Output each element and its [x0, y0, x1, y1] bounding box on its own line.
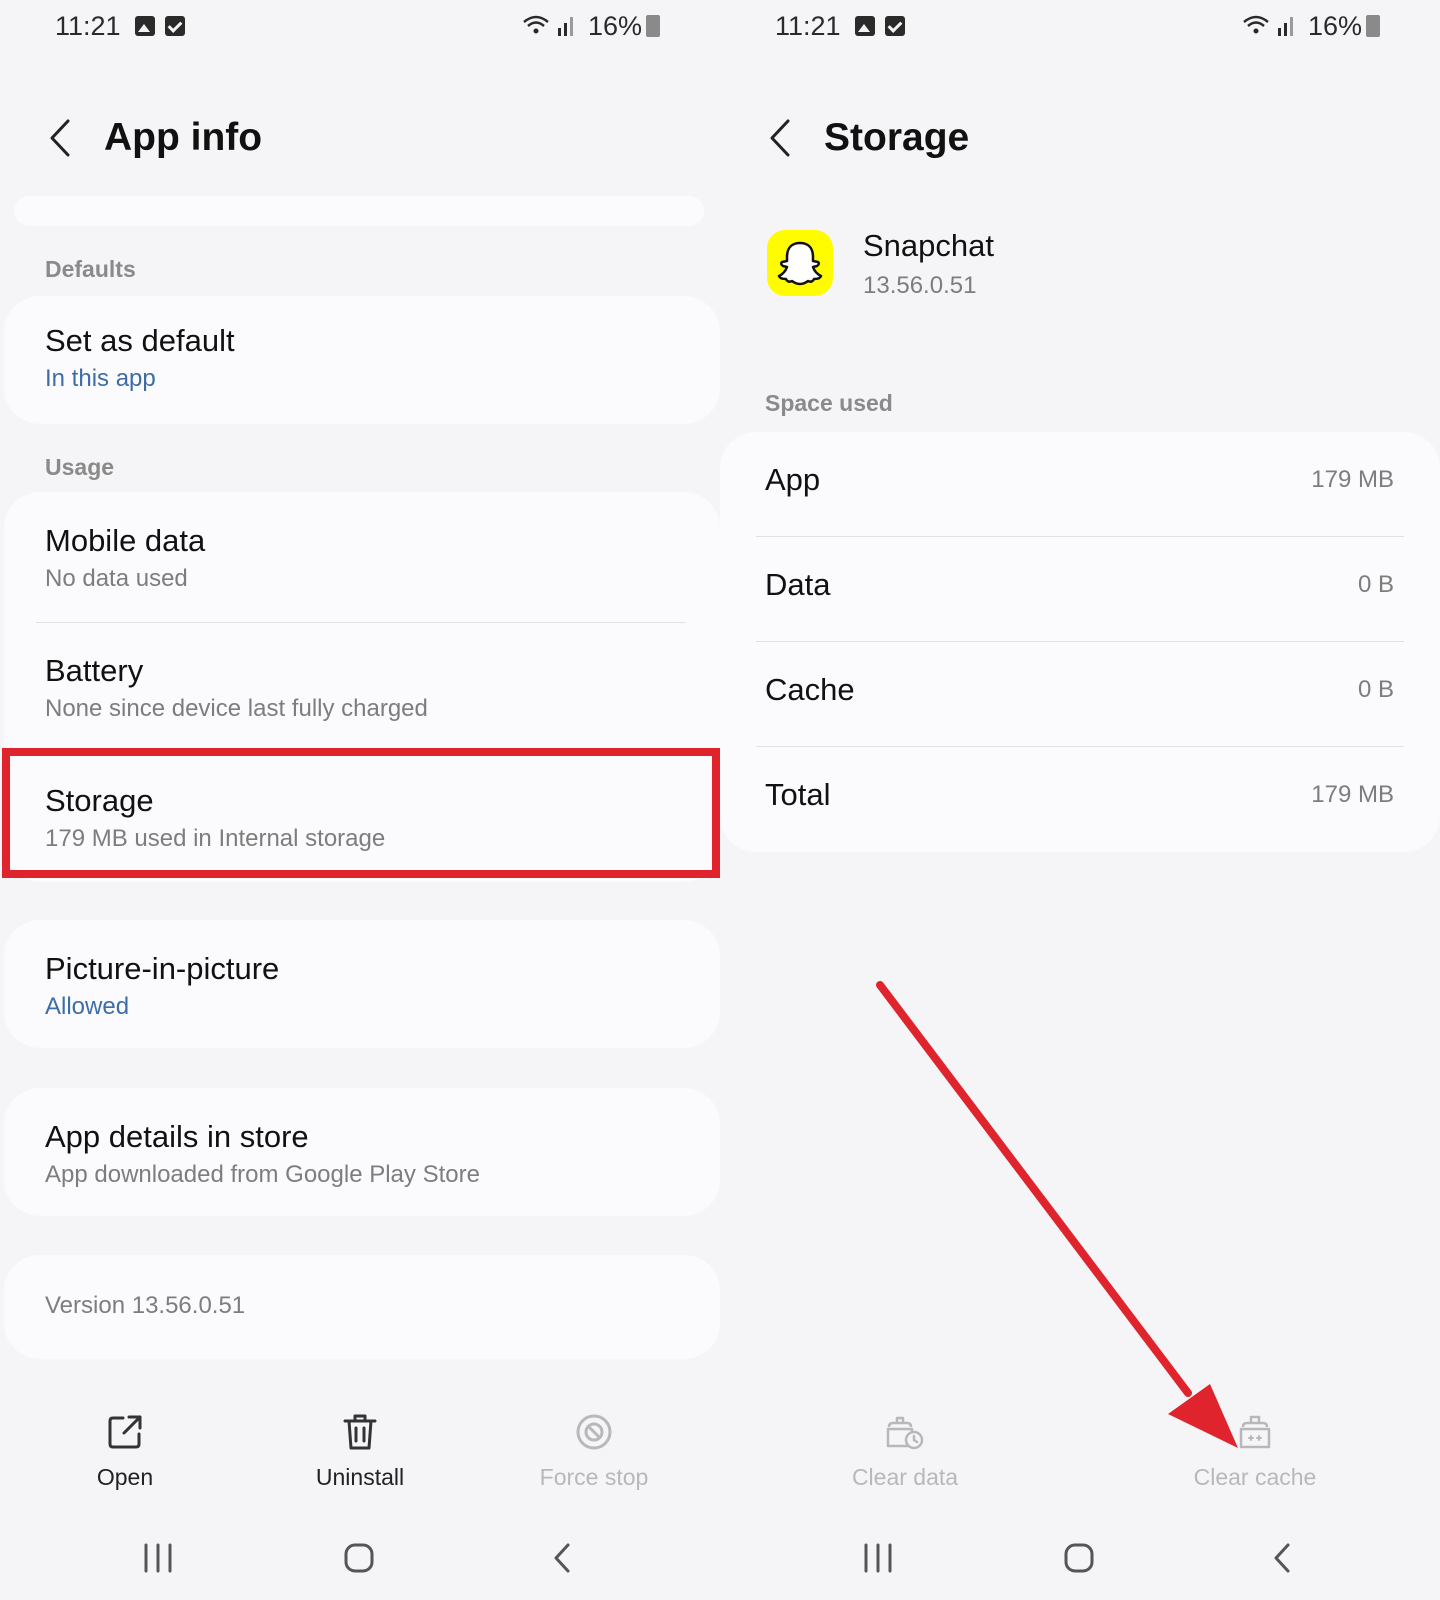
row-value: 179 MB [1311, 466, 1394, 493]
checkbox-notification-icon [884, 16, 905, 36]
pip-sub: Allowed [45, 993, 130, 1020]
battery-icon [646, 15, 660, 37]
open-external-icon [25, 1410, 225, 1454]
battery-icon [1366, 15, 1380, 37]
home-button[interactable] [1049, 1530, 1109, 1586]
home-icon [1064, 1543, 1094, 1573]
app-info-screen: 11:21 16% App info Defaults Set as defau… [0, 0, 720, 1600]
row-value: 179 MB [1311, 781, 1394, 808]
app-version: 13.56.0.51 [863, 272, 977, 299]
app-info-actions: Open Uninstall Force stop [0, 1410, 720, 1500]
gallery-notification-icon [854, 16, 875, 36]
row-label: Cache [765, 672, 855, 707]
status-time-right: 11:21 [775, 10, 841, 41]
chevron-left-icon [50, 119, 70, 157]
force-stop-button[interactable]: Force stop [494, 1410, 694, 1491]
storage-row-total: Total 179 MB [720, 747, 1440, 851]
collapsed-card-top [14, 196, 704, 226]
mobile-data-title: Mobile data [45, 523, 206, 558]
nav-back-button[interactable] [1252, 1530, 1312, 1586]
home-icon [344, 1543, 374, 1573]
home-button[interactable] [329, 1530, 389, 1586]
space-used-card: App 179 MB Data 0 B Cache 0 B Total 179 … [720, 432, 1440, 852]
app-name: Snapchat [863, 228, 994, 263]
force-stop-icon [494, 1410, 694, 1454]
status-time: 11:21 [55, 10, 121, 41]
snapchat-app-icon [767, 230, 833, 296]
recents-icon [864, 1543, 892, 1573]
mobile-data-sub: No data used [45, 565, 188, 592]
checkbox-notification-icon [164, 16, 185, 36]
battery-sub: None since device last fully charged [45, 695, 428, 722]
row-label: App [765, 462, 821, 497]
wifi-signal-icon [1242, 14, 1298, 38]
set-as-default-title: Set as default [45, 323, 235, 358]
row-label: Data [765, 567, 831, 602]
force-stop-label: Force stop [539, 1464, 649, 1490]
battery-item[interactable]: Battery None since device last fully cha… [4, 652, 720, 724]
section-usage: Usage [45, 454, 115, 480]
mobile-data-item[interactable]: Mobile data No data used [4, 522, 720, 594]
page-title: Storage [824, 116, 970, 159]
ghost-icon [777, 241, 823, 286]
chevron-left-icon [770, 119, 790, 157]
version-card: Version 13.56.0.51 [4, 1255, 720, 1359]
clear-data-icon [805, 1410, 1005, 1454]
back-button[interactable] [40, 113, 80, 163]
app-info-header: App info [40, 110, 262, 166]
storage-row-data: Data 0 B [720, 537, 1440, 641]
set-as-default-sub: In this app [45, 365, 156, 392]
pip-card: Picture-in-picture Allowed [4, 920, 720, 1048]
picture-in-picture-item[interactable]: Picture-in-picture Allowed [4, 950, 720, 1022]
nav-back-icon [554, 1543, 570, 1573]
open-button[interactable]: Open [25, 1410, 225, 1491]
row-value: 0 B [1357, 571, 1394, 598]
battery-title: Battery [45, 653, 144, 688]
uninstall-label: Uninstall [315, 1464, 405, 1490]
system-nav-bar [720, 1530, 1440, 1586]
nav-back-button[interactable] [532, 1530, 592, 1586]
defaults-card: Set as default In this app [4, 296, 720, 424]
pip-title: Picture-in-picture [45, 951, 280, 986]
trash-icon [260, 1410, 460, 1454]
clear-cache-button[interactable]: Clear cache [1155, 1410, 1355, 1491]
set-as-default-item[interactable]: Set as default In this app [4, 322, 720, 394]
store-card: App details in store App downloaded from… [4, 1088, 720, 1216]
section-space-used: Space used [765, 390, 893, 416]
open-label: Open [96, 1464, 154, 1490]
recents-button[interactable] [128, 1530, 188, 1586]
recents-button[interactable] [848, 1530, 908, 1586]
row-value: 0 B [1357, 676, 1394, 703]
clear-cache-label: Clear cache [1193, 1464, 1317, 1490]
page-title: App info [104, 116, 263, 159]
storage-screen: 11:21 16% Storage Snapchat 13.56.0.51 Sp… [720, 0, 1440, 1600]
back-button[interactable] [760, 113, 800, 163]
storage-header: Storage [760, 110, 969, 166]
storage-row-app: App 179 MB [720, 432, 1440, 536]
clear-cache-icon [1155, 1410, 1355, 1454]
storage-row-cache: Cache 0 B [720, 642, 1440, 746]
system-nav-bar [0, 1530, 720, 1586]
gallery-notification-icon [134, 16, 155, 36]
store-title: App details in store [45, 1119, 309, 1154]
uninstall-button[interactable]: Uninstall [260, 1410, 460, 1491]
storage-highlight-box [2, 748, 720, 878]
wifi-signal-icon [522, 14, 578, 38]
clear-data-label: Clear data [851, 1464, 959, 1490]
clear-data-button[interactable]: Clear data [805, 1410, 1005, 1491]
app-details-store-item[interactable]: App details in store App downloaded from… [4, 1118, 720, 1190]
recents-icon [144, 1543, 172, 1573]
status-bar: 11:21 16% [55, 10, 660, 42]
row-label: Total [765, 777, 831, 812]
battery-percent-right: 16% [1307, 10, 1362, 41]
section-defaults: Defaults [45, 256, 136, 282]
nav-back-icon [1274, 1543, 1290, 1573]
storage-actions: Clear data Clear cache [720, 1410, 1440, 1500]
status-bar-right: 11:21 16% [775, 10, 1380, 42]
usage-divider [36, 622, 686, 623]
version-text: Version 13.56.0.51 [45, 1292, 246, 1319]
battery-percent: 16% [587, 10, 642, 41]
store-sub: App downloaded from Google Play Store [45, 1161, 480, 1188]
